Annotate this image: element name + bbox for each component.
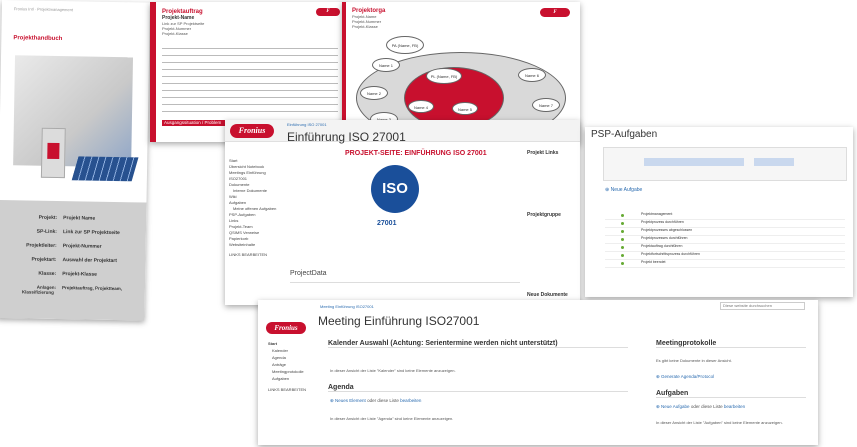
protocols-empty-text: Es gibt keine Dokumente in dieser Ansich… (656, 358, 732, 363)
edit-links-button[interactable]: LINKS BEARBEITEN (268, 386, 306, 393)
org-node: Name 5 (452, 102, 478, 115)
project-headline: PROJEKT-SEITE: EINFÜHRUNG ISO 27001 (345, 150, 487, 157)
tasks-new-link[interactable]: ⊕ Neue Aufgabe oder diese Liste bearbeit… (656, 404, 745, 410)
nav-item[interactable]: Aufgaben (268, 375, 306, 382)
page-title: Meeting Einführung ISO27001 (318, 314, 480, 328)
table-row[interactable]: Projekt beendet (605, 260, 845, 268)
info-row: SP-Link: Link zur SP Projektseite (36, 228, 120, 237)
generate-agenda-link[interactable]: ⊕ Generate Agenda/Protocol (656, 374, 714, 380)
breadcrumb[interactable]: Einführung ISO 27001 (287, 122, 327, 127)
calendar-header: Kalender Auswahl (Achtung: Serientermine… (328, 340, 628, 348)
status-dot-icon (621, 254, 624, 257)
protocols-header: Meetingprotokolle (656, 340, 806, 348)
org-node: PL (Name, FB) (426, 68, 462, 84)
table-row[interactable]: Projektprozesses durchführen (605, 236, 845, 244)
nav-item[interactable]: Start (268, 340, 306, 347)
task-timeline (603, 147, 847, 181)
org-node: Name 4 (408, 100, 434, 113)
status-dot-icon (621, 222, 624, 225)
doc-header: Projektorga Projekt-Name Projekt-Nummer … (352, 8, 385, 29)
nav-item[interactable]: Meetingprotokolle (268, 368, 306, 375)
nav-item[interactable]: Agenda (268, 354, 306, 361)
agenda-new-link[interactable]: ⊕ Neues Element oder diese Liste bearbei… (330, 398, 421, 404)
new-task-link[interactable]: ⊕ Neue Aufgabe (605, 187, 642, 193)
section-project-data: ProjectData (290, 270, 327, 277)
info-row: Projekt: Projekt Name (38, 214, 96, 222)
section-new-documents: Neue Dokumente (527, 292, 568, 298)
fronius-logo[interactable]: Fronius (230, 124, 274, 138)
tasks-empty-text: In dieser Ansicht der Liste "Aufgaben" s… (656, 420, 783, 425)
table-row[interactable]: Projektauftrag durchführen (605, 244, 845, 252)
doc-header-note: Fronius Intl · Projektmanagement (13, 6, 74, 13)
doc-title: Projekthandbuch (13, 35, 63, 43)
info-row: Klasse: Projekt-Klasse (38, 270, 98, 278)
info-row: Anlagen: Projektauftrag, Projektteam, Kla… (21, 284, 123, 295)
page-title: PSP-Aufgaben (591, 129, 658, 140)
doc-line: Projekt-Klasse (162, 31, 188, 36)
nav-item[interactable]: Anträge (268, 361, 306, 368)
sharepoint-window-psp: PSP-Aufgaben ⊕ Neue Aufgabe Projektmanag… (585, 127, 853, 297)
status-dot-icon (621, 246, 624, 249)
table-row[interactable]: Projektfortschrittsprozess durchführen (605, 252, 845, 260)
section-project-group: Projektgruppe (527, 212, 561, 218)
left-nav: Start Übersicht Notebook Meetings Einfüh… (229, 158, 284, 258)
section-project-links: Projekt Links (527, 150, 559, 156)
status-dot-icon (621, 262, 624, 265)
document-projekthandbuch: Fronius Intl · Projektmanagement Projekt… (0, 0, 150, 321)
status-dot-icon (621, 238, 624, 241)
table-row[interactable]: Projektprozesses abgeschlossen (605, 228, 845, 236)
solar-panel-image (71, 156, 139, 182)
status-dot-icon (621, 230, 624, 233)
table-row[interactable]: Projektprozess durchführen (605, 220, 845, 228)
sharepoint-window-iso: Fronius Einführung ISO 27001 Einführung … (225, 120, 580, 305)
timeline-bar[interactable] (644, 158, 744, 166)
org-node: PA (Name, FB) (386, 36, 424, 54)
tasks-header: Aufgaben (656, 390, 806, 398)
product-image (13, 55, 139, 182)
doc-header: Projektauftrag Projekt-Name Link zur SP … (162, 9, 204, 36)
status-dot-icon (621, 214, 624, 217)
fronius-logo[interactable]: Fronius (266, 322, 306, 334)
doc-line: Projekt-Klasse (352, 24, 378, 29)
agenda-empty-text: In dieser Ansicht der Liste "Agenda" sin… (330, 416, 454, 421)
org-node: Name 7 (532, 98, 560, 112)
iso-number: 27001 (377, 220, 397, 227)
sharepoint-window-meeting: Fronius Meeting Einführung ISO27001 Meet… (258, 300, 818, 445)
nav-item[interactable]: Kalender (268, 347, 306, 354)
table-row[interactable]: Projektmanagement (605, 212, 845, 220)
org-node: Name 6 (518, 68, 546, 82)
org-node: Name 1 (372, 58, 400, 72)
agenda-header: Agenda (328, 384, 628, 392)
search-input[interactable]: Diese website durchsuchen (720, 302, 805, 310)
breadcrumb[interactable]: Meeting Einführung ISO27001 (320, 304, 374, 309)
doc-table (162, 42, 338, 112)
doc-side-bar (150, 2, 156, 142)
nav-item[interactable]: Websiteinhalte (229, 242, 284, 248)
nav-item[interactable]: Meetings Einführung ISO27001 (229, 170, 284, 182)
info-row: Projektleiter: Projekt-Nummer (26, 242, 102, 250)
page-title: Einführung ISO 27001 (287, 130, 406, 144)
info-row: Projektart: Auswahl der Projektart (31, 256, 117, 265)
project-data-table (290, 282, 520, 283)
iso-logo: ISO (371, 165, 419, 213)
fronius-logo: F (316, 8, 340, 16)
calendar-empty-text: In dieser Ansicht der Liste "Kalender" s… (330, 368, 456, 373)
timeline-bar[interactable] (754, 158, 794, 166)
inverter-image (40, 127, 66, 179)
edit-links-button[interactable]: LINKS BEARBEITEN (229, 252, 284, 258)
doc-info-block: Projekt: Projekt Name SP-Link: Link zur SP… (0, 199, 147, 321)
task-table: Projektmanagement Projektprozess durchfü… (605, 212, 845, 268)
fronius-logo: F (540, 8, 570, 17)
left-nav: Start Kalender Agenda Anträge Meetingpro… (268, 340, 306, 393)
org-node: Name 2 (360, 86, 388, 100)
